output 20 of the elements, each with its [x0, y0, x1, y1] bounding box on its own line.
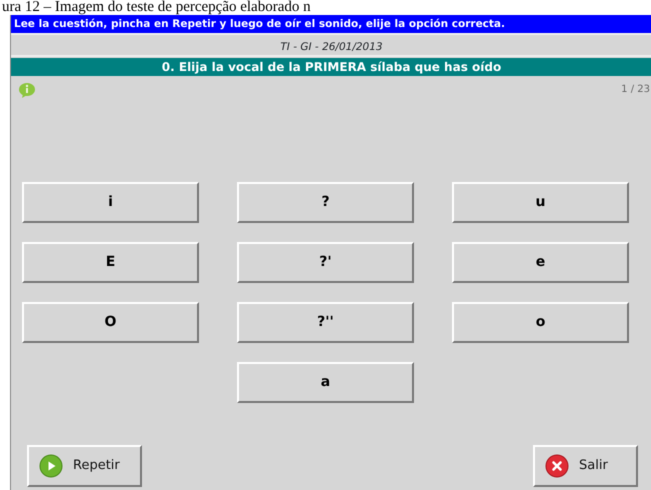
answer-option[interactable]: E — [22, 242, 199, 283]
answer-option[interactable]: a — [237, 362, 414, 403]
question-counter: 1 / 23 — [621, 83, 650, 97]
answer-option[interactable]: ? — [237, 182, 414, 223]
figure-caption: ura 12 – Imagem do teste de percepção elaborado n — [1, 0, 312, 15]
exit-button[interactable]: Salir — [533, 445, 638, 487]
test-subtitle: TI - GI - 26/01/2013 — [11, 33, 651, 57]
instruction-bar: Lee la cuestión, pincha en Repetir y luego de oír el sonido, elije la opción correcta. — [11, 15, 651, 33]
play-icon — [39, 454, 63, 478]
answer-option[interactable]: o — [452, 302, 629, 343]
answer-option[interactable]: e — [452, 242, 629, 283]
info-bubble-icon — [18, 82, 36, 99]
close-icon — [545, 454, 569, 478]
answer-option[interactable]: u — [452, 182, 629, 223]
answer-option[interactable]: ?'' — [237, 302, 414, 343]
answer-option[interactable]: i — [22, 182, 199, 223]
question-bar: 0. Elija la vocal de la PRIMERA sílaba que has oído — [11, 58, 651, 76]
repeat-button[interactable]: Repetir — [27, 445, 142, 487]
answer-option[interactable]: O — [22, 302, 199, 343]
answer-option[interactable]: ?' — [237, 242, 414, 283]
